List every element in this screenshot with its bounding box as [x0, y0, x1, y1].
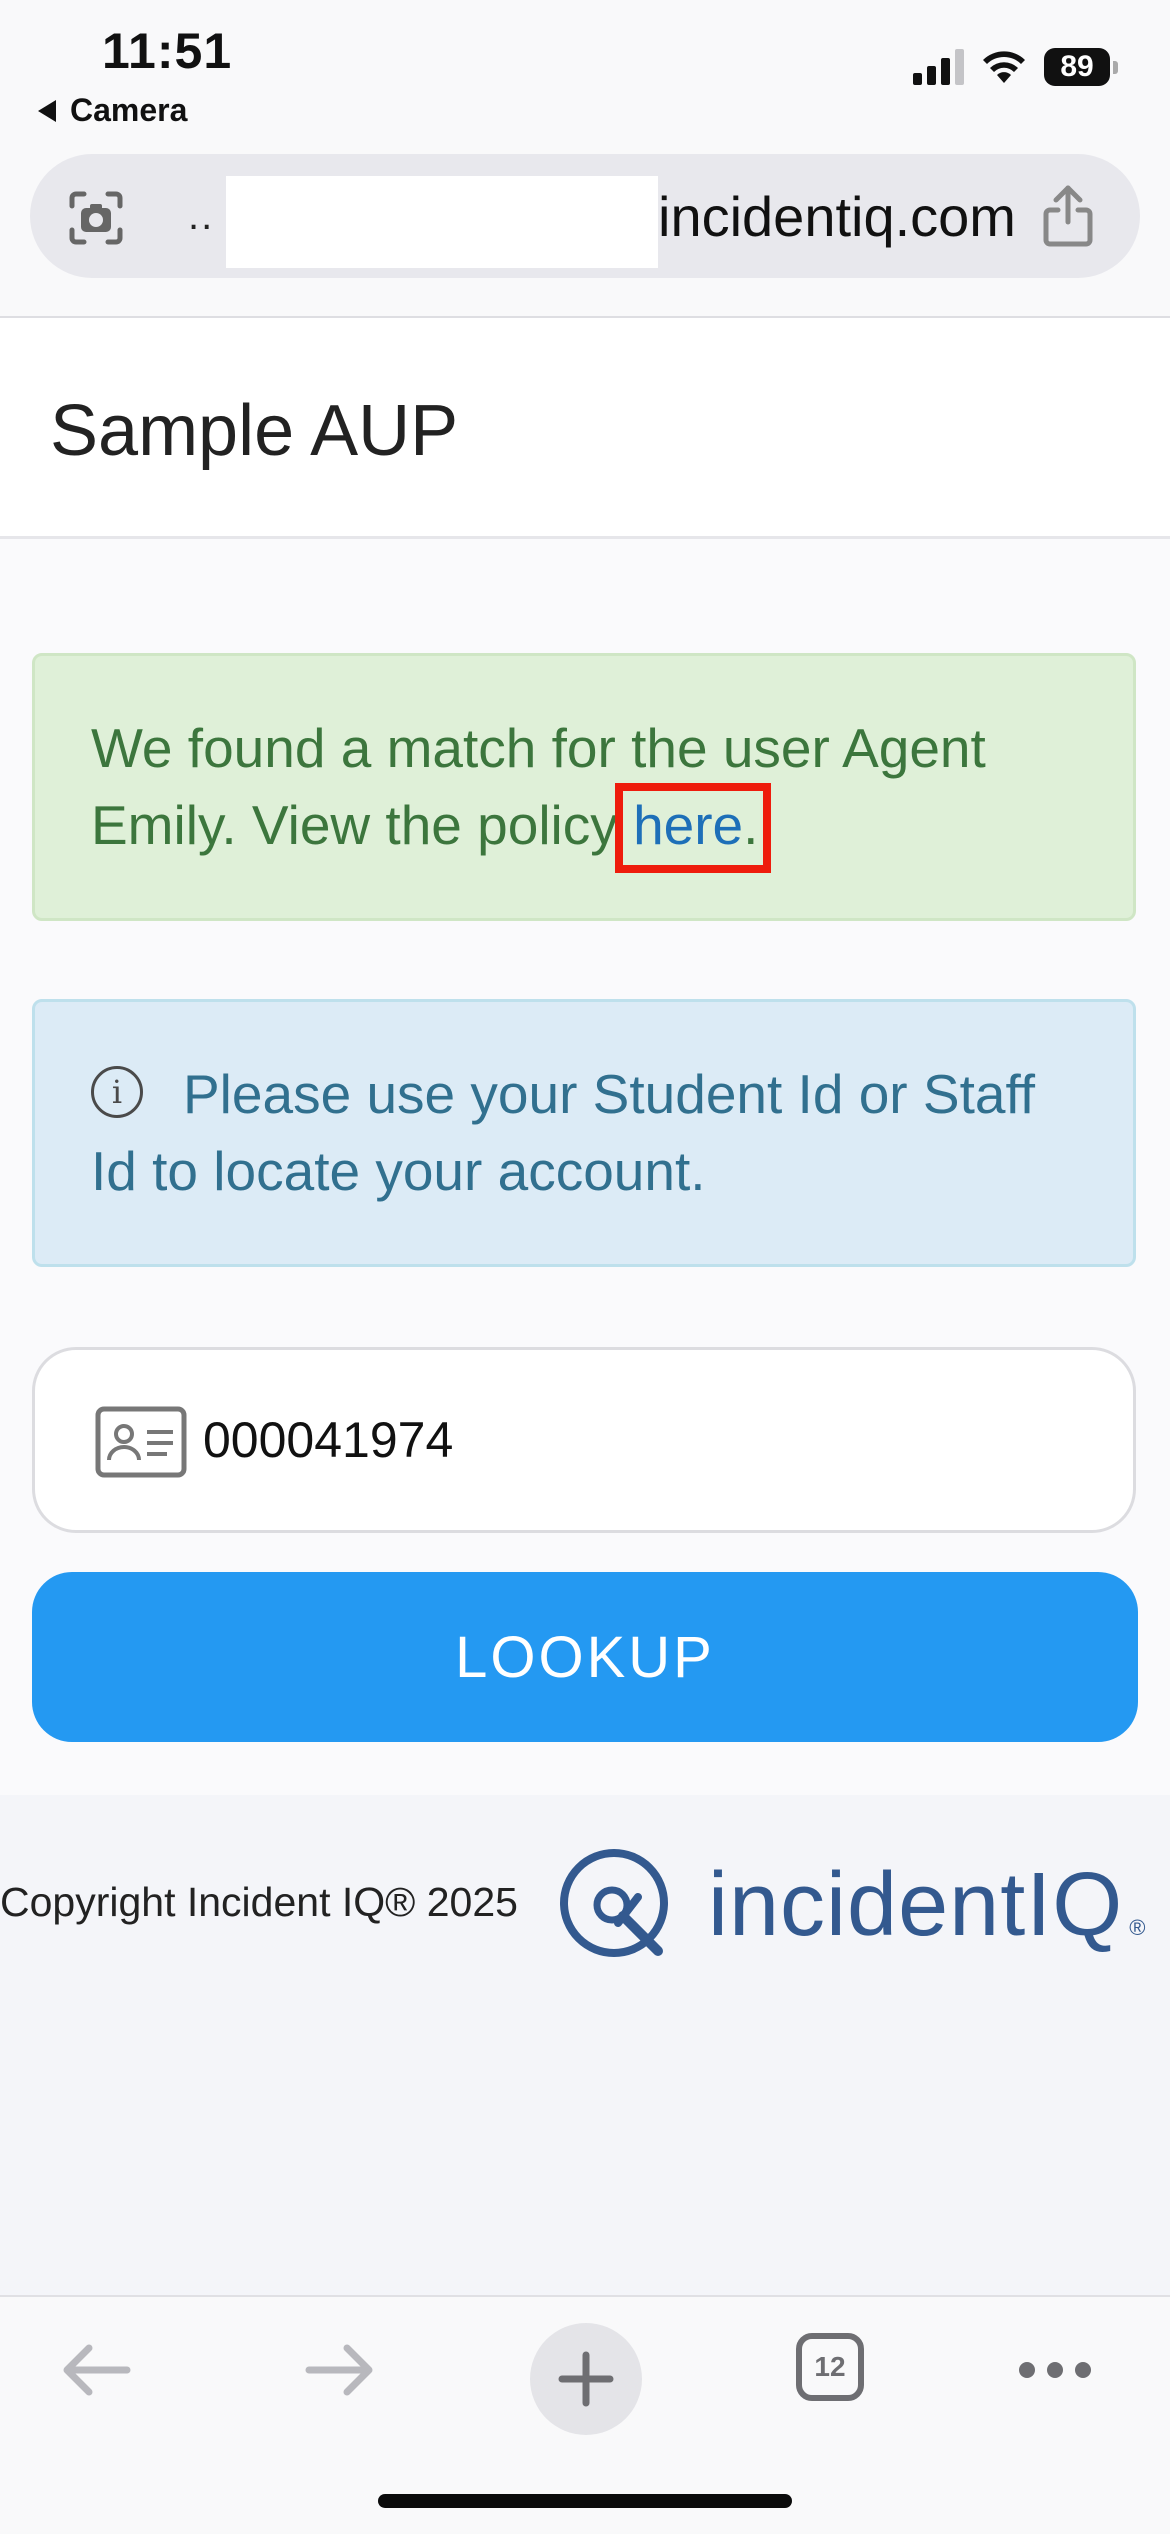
status-icons: 89	[913, 48, 1118, 86]
status-time: 11:51	[102, 23, 233, 79]
browser-address-area: .. incidentiq.com	[0, 150, 1170, 318]
address-bar[interactable]: .. incidentiq.com	[30, 154, 1140, 278]
wifi-icon	[983, 51, 1025, 83]
success-alert: We found a match for the user Agent Emil…	[32, 653, 1136, 921]
more-dot-icon	[1047, 2362, 1063, 2378]
home-indicator[interactable]	[378, 2494, 792, 2508]
copyright-text: Copyright Incident IQ® 2025	[0, 1879, 518, 1925]
logo-wordmark: incidentIQ	[708, 1854, 1124, 1955]
new-tab-button[interactable]	[530, 2323, 642, 2435]
policy-link[interactable]: here	[615, 783, 772, 873]
footer: Copyright Incident IQ® 2025 incidentIQ ®	[0, 1795, 1170, 2295]
plus-icon	[558, 2351, 614, 2407]
back-to-camera-link[interactable]: Camera	[38, 92, 187, 129]
back-triangle-icon	[38, 99, 56, 122]
battery-icon: 89	[1044, 48, 1118, 86]
url-domain: incidentiq.com	[658, 185, 1016, 248]
info-icon: i	[91, 1066, 143, 1119]
back-button[interactable]	[52, 2327, 138, 2413]
redacted-url-area	[226, 176, 658, 268]
success-alert-text: We found a match for the user Agent Emil…	[91, 717, 986, 856]
id-field[interactable]	[32, 1347, 1136, 1533]
url-prefix: ..	[188, 194, 215, 238]
cellular-signal-icon	[913, 49, 964, 85]
battery-level: 89	[1044, 48, 1110, 86]
page-title: Sample AUP	[50, 391, 459, 471]
more-menu-button[interactable]	[1010, 2327, 1100, 2413]
status-bar: 11:51 Camera 89	[0, 0, 1170, 150]
forward-button[interactable]	[298, 2327, 384, 2413]
logo-registered-mark: ®	[1129, 1915, 1146, 1940]
page-header: Sample AUP	[0, 318, 1170, 539]
lookup-button[interactable]: LOOKUP	[32, 1572, 1138, 1742]
info-alert-text: Please use your Student Id or Staff Id t…	[91, 1063, 1036, 1202]
main-content: We found a match for the user Agent Emil…	[0, 539, 1170, 1795]
back-app-label: Camera	[70, 92, 188, 128]
incidentiq-logo-mark-icon	[560, 1849, 668, 1957]
success-alert-suffix: .	[743, 794, 759, 856]
arrow-left-icon	[63, 2344, 131, 2396]
info-alert: i Please use your Student Id or Staff Id …	[32, 999, 1136, 1267]
share-icon[interactable]	[1040, 184, 1096, 248]
tab-count: 12	[796, 2333, 864, 2401]
tabs-button[interactable]: 12	[790, 2327, 870, 2407]
incidentiq-logo: incidentIQ ®	[558, 1847, 1145, 1963]
visual-lookup-icon[interactable]	[66, 188, 126, 248]
more-dot-icon	[1075, 2362, 1091, 2378]
more-dot-icon	[1019, 2362, 1035, 2378]
arrow-right-icon	[305, 2344, 373, 2396]
id-card-icon	[95, 1406, 187, 1478]
id-input[interactable]	[203, 1400, 1083, 1480]
